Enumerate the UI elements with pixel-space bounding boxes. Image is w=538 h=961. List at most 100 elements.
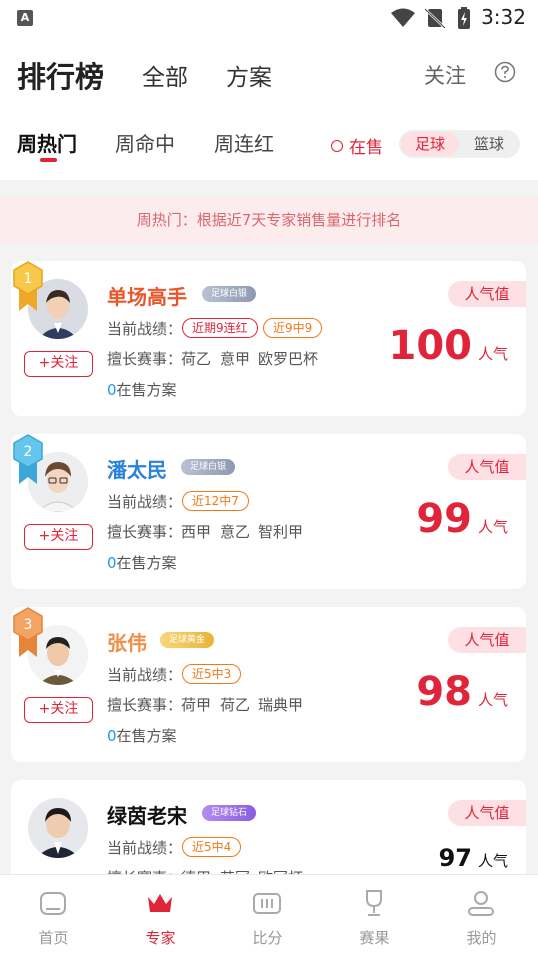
popularity-unit: 人气 — [477, 345, 508, 363]
tab-plans[interactable]: 方案 — [226, 58, 272, 92]
popularity-tag: 人气值 — [448, 800, 526, 826]
page-title: 排行榜 — [17, 60, 105, 94]
expert-card[interactable]: 2 +关注 潘太民 足球白银 当前战绩： 近12中7 擅长赛事： 西甲 意乙 智… — [11, 434, 526, 589]
record-tag: 近5中3 — [182, 664, 242, 684]
avatar[interactable] — [28, 798, 88, 858]
popularity-tag: 人气值 — [448, 281, 526, 307]
onsale-count-number: 0 — [107, 727, 117, 745]
nav-experts[interactable]: 专家 — [107, 875, 214, 961]
onsale-count-label: 在售方案 — [116, 727, 177, 745]
subtab-weekly-hot[interactable]: 周热门 — [17, 128, 77, 157]
specialty-label: 擅长赛事： — [107, 523, 183, 541]
radio-circle-icon — [331, 139, 343, 152]
level-badge: 足球白银 — [181, 459, 235, 475]
subtab-weekly-hit[interactable]: 周命中 — [115, 128, 175, 157]
onsale-count-label: 在售方案 — [116, 554, 177, 572]
rank-badge-bronze: 3 — [13, 607, 43, 657]
trophy-icon — [366, 890, 382, 916]
onsale-count: 0在售方案 — [107, 552, 177, 573]
popularity-value: 98 人气 — [416, 669, 508, 715]
popularity-unit: 人气 — [477, 852, 508, 870]
onsale-count: 0在售方案 — [107, 379, 177, 400]
record-label: 当前战绩： — [107, 493, 183, 511]
record-tag: 近5中4 — [182, 837, 242, 857]
specialty-item: 瑞典甲 — [258, 696, 304, 714]
nav-profile-label: 我的 — [466, 929, 497, 947]
record-tag: 近期9连红 — [182, 318, 258, 338]
record-label: 当前战绩： — [107, 320, 183, 338]
specialty-item: 意甲 — [220, 350, 251, 368]
wifi-icon — [391, 8, 415, 27]
battery-charging-icon — [458, 7, 470, 29]
no-sim-icon — [424, 8, 446, 29]
expert-name: 张伟 — [107, 631, 147, 655]
specialty-item: 荷乙 — [181, 350, 212, 368]
rank-number: 1 — [24, 271, 33, 287]
expert-card[interactable]: 1 +关注 单场高手 足球白银 当前战绩： 近期9连红 近9中9 擅长赛事： 荷… — [11, 261, 526, 416]
specialty-item: 智利甲 — [258, 523, 304, 541]
popularity-unit: 人气 — [477, 691, 508, 709]
rank-badge-gold: 1 — [13, 261, 43, 311]
follow-button[interactable]: +关注 — [24, 351, 93, 377]
onsale-count-number: 0 — [107, 381, 117, 399]
level-badge: 足球钻石 — [202, 805, 256, 821]
nav-experts-label: 专家 — [145, 929, 176, 947]
header: 排行榜 全部 方案 关注 周热门 周命中 周连红 在售 足球 篮球 — [0, 36, 538, 180]
level-badge: 足球黄金 — [160, 632, 214, 648]
sport-option-basketball[interactable]: 篮球 — [460, 132, 518, 156]
app-notification-icon: A — [17, 10, 33, 26]
specialty-item: 荷乙 — [220, 696, 251, 714]
clock: 3:32 — [481, 5, 526, 29]
specialty-item: 西甲 — [181, 523, 212, 541]
follow-button[interactable]: +关注 — [24, 524, 93, 550]
nav-results[interactable]: 赛果 — [321, 875, 428, 961]
sport-toggle: 足球 篮球 — [399, 130, 520, 158]
nav-results-label: 赛果 — [359, 929, 390, 947]
popularity-number: 99 — [416, 496, 472, 542]
popularity-number: 98 — [416, 669, 472, 715]
nav-scores-label: 比分 — [252, 929, 283, 947]
ranking-notice: 周热门：根据近7天专家销售量进行排名 — [0, 197, 538, 243]
rank-number: 3 — [24, 617, 33, 633]
status-bar: A 3:32 — [0, 0, 538, 36]
popularity-unit: 人气 — [477, 518, 508, 536]
nav-scores[interactable]: 比分 — [214, 875, 321, 961]
scoreboard-icon — [253, 893, 281, 914]
popularity-value: 100 人气 — [388, 323, 508, 369]
specialty-label: 擅长赛事： — [107, 350, 183, 368]
crown-icon — [148, 894, 172, 912]
help-icon[interactable] — [494, 61, 516, 83]
popularity-tag: 人气值 — [448, 627, 526, 653]
active-tab-indicator — [40, 158, 57, 162]
specialty-item: 荷甲 — [181, 696, 212, 714]
follow-link[interactable]: 关注 — [424, 60, 466, 90]
nav-home[interactable]: 首页 — [0, 875, 107, 961]
record-label: 当前战绩： — [107, 666, 183, 684]
popularity-tag: 人气值 — [448, 454, 526, 480]
sport-option-football[interactable]: 足球 — [401, 132, 459, 156]
subtab-weekly-streak[interactable]: 周连红 — [214, 128, 274, 157]
specialty-item: 意乙 — [220, 523, 251, 541]
record-tag: 近12中7 — [182, 491, 249, 511]
follow-button[interactable]: +关注 — [24, 697, 93, 723]
tab-all[interactable]: 全部 — [142, 58, 188, 92]
expert-name: 绿茵老宋 — [107, 804, 187, 828]
specialty-item: 欧罗巴杯 — [258, 350, 319, 368]
popularity-number: 100 — [388, 323, 472, 369]
rank-number: 2 — [24, 444, 33, 460]
onsale-filter[interactable]: 在售 — [331, 133, 383, 158]
onsale-count-label: 在售方案 — [116, 381, 177, 399]
expert-name: 潘太民 — [107, 458, 167, 482]
onsale-count-number: 0 — [107, 554, 117, 572]
expert-card[interactable]: 3 +关注 张伟 足球黄金 当前战绩： 近5中3 擅长赛事： 荷甲 荷乙 瑞典甲… — [11, 607, 526, 762]
record-label: 当前战绩： — [107, 839, 183, 857]
nav-home-label: 首页 — [38, 929, 69, 947]
level-badge: 足球白银 — [202, 286, 256, 302]
onsale-filter-label: 在售 — [349, 138, 383, 158]
bottom-nav: 首页 专家 比分 赛果 我的 — [0, 874, 538, 961]
expert-name: 单场高手 — [107, 285, 187, 309]
popularity-value: 99 人气 — [416, 496, 508, 542]
specialty-label: 擅长赛事： — [107, 696, 183, 714]
profile-icon — [468, 891, 494, 916]
nav-profile[interactable]: 我的 — [428, 875, 535, 961]
